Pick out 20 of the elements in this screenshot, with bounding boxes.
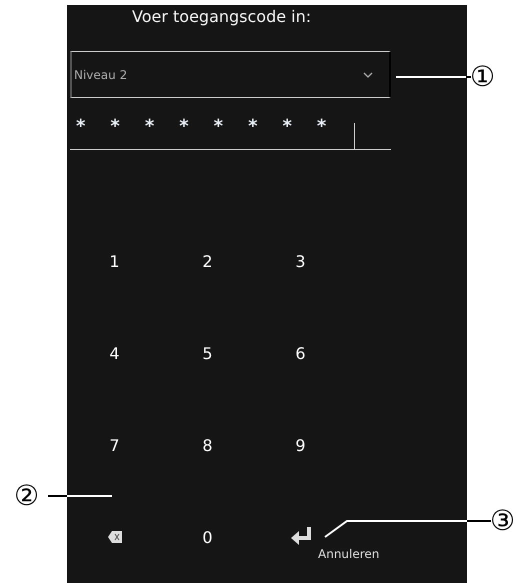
enter-icon <box>290 527 312 547</box>
digit-key[interactable]: 4 <box>101 340 128 366</box>
cancel-button[interactable]: Annuleren <box>316 545 382 563</box>
digit-key[interactable]: 0 <box>194 524 221 550</box>
digit-key[interactable]: 1 <box>101 248 128 274</box>
digit-key[interactable]: 2 <box>194 248 221 274</box>
chevron-down-icon <box>363 72 373 78</box>
level-dropdown[interactable]: Niveau 2 <box>70 51 391 98</box>
callout-number: ② <box>14 480 39 512</box>
digit-key[interactable]: 6 <box>287 340 314 366</box>
screen-title: Voer toegangscode in: <box>132 6 312 28</box>
digit-key[interactable]: 3 <box>287 248 314 274</box>
digit-key[interactable]: 8 <box>194 432 221 458</box>
callout-number: ③ <box>490 505 515 537</box>
code-field[interactable]: ******** <box>70 98 391 150</box>
callout-number: ① <box>470 61 495 93</box>
digit-key[interactable]: 9 <box>287 432 314 458</box>
backspace-icon <box>108 531 122 543</box>
digit-key[interactable]: 7 <box>101 432 128 458</box>
digit-key[interactable]: 5 <box>194 340 221 366</box>
